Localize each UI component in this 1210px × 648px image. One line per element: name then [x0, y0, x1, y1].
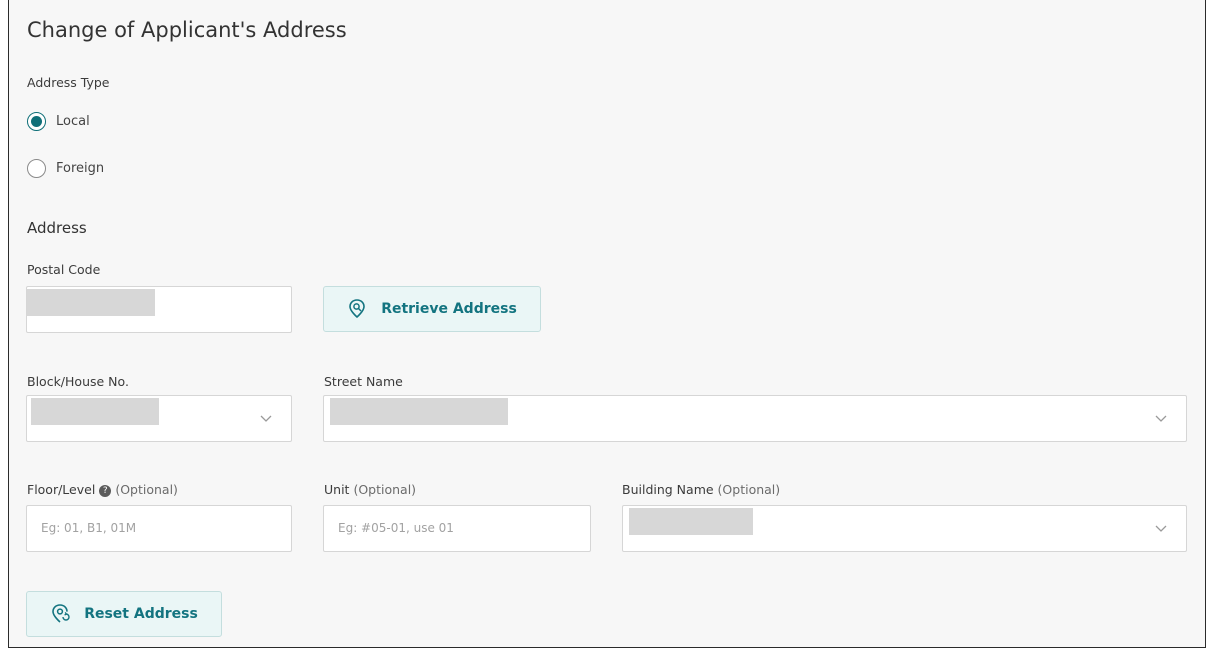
- street-label: Street Name: [324, 374, 403, 389]
- retrieve-address-button[interactable]: Retrieve Address: [323, 286, 541, 332]
- help-icon[interactable]: ?: [99, 484, 112, 497]
- radio-foreign[interactable]: Foreign: [27, 159, 104, 178]
- building-redacted-value: [629, 508, 753, 535]
- floor-label-row: Floor/Level? (Optional): [27, 482, 178, 497]
- building-label: Building Name: [622, 482, 714, 497]
- radio-foreign-label: Foreign: [56, 161, 105, 176]
- unit-placeholder: Eg: #05-01, use 01: [338, 521, 454, 535]
- retrieve-address-label: Retrieve Address: [381, 301, 517, 317]
- building-select[interactable]: [622, 505, 1187, 552]
- chevron-down-icon: [1155, 525, 1167, 532]
- block-label: Block/House No.: [27, 374, 129, 389]
- floor-label: Floor/Level: [27, 482, 96, 497]
- unit-label-row: Unit (Optional): [324, 482, 416, 497]
- chevron-down-icon: [260, 415, 272, 422]
- street-select[interactable]: [323, 395, 1187, 442]
- unit-input[interactable]: Eg: #05-01, use 01: [323, 505, 591, 552]
- postal-code-input[interactable]: [26, 286, 292, 333]
- radio-local[interactable]: Local: [27, 112, 90, 131]
- radio-foreign-indicator[interactable]: [27, 159, 46, 178]
- reset-address-button[interactable]: Reset Address: [26, 591, 222, 637]
- floor-input[interactable]: Eg: 01, B1, 01M: [26, 505, 292, 552]
- floor-placeholder: Eg: 01, B1, 01M: [41, 521, 137, 535]
- address-section-title: Address: [27, 219, 87, 237]
- street-redacted-value: [330, 398, 508, 425]
- location-reset-icon: [52, 604, 70, 623]
- page-title: Change of Applicant's Address: [27, 18, 347, 42]
- building-optional: (Optional): [717, 482, 781, 497]
- radio-local-indicator[interactable]: [27, 112, 46, 131]
- postal-code-label: Postal Code: [27, 262, 101, 277]
- block-select[interactable]: [26, 395, 292, 442]
- building-label-row: Building Name (Optional): [622, 482, 780, 497]
- location-search-icon: [349, 299, 365, 319]
- chevron-down-icon: [1155, 415, 1167, 422]
- reset-address-label: Reset Address: [84, 606, 198, 622]
- unit-optional: (Optional): [353, 482, 417, 497]
- floor-optional: (Optional): [115, 482, 178, 497]
- change-address-panel: Change of Applicant's Address Address Ty…: [8, 0, 1206, 648]
- radio-local-label: Local: [56, 114, 90, 129]
- unit-label: Unit: [324, 482, 350, 497]
- block-redacted-value: [31, 398, 159, 425]
- postal-code-redacted-value: [27, 289, 155, 316]
- address-type-label: Address Type: [27, 75, 110, 90]
